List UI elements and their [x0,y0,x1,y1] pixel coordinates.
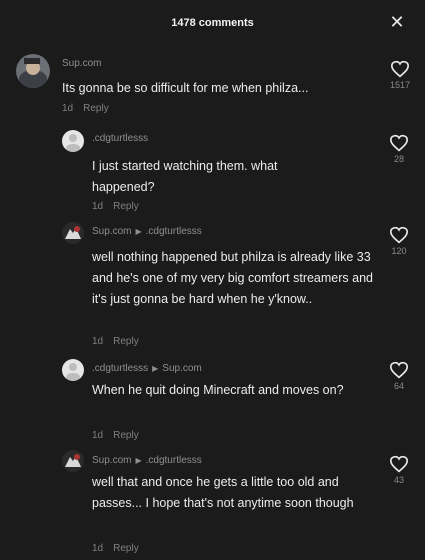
heart-icon [389,226,409,244]
reply-author[interactable]: Sup.com [92,455,131,466]
comment-age: 1d [92,543,104,554]
close-icon[interactable]: ✕ [387,12,407,32]
comment-text: well nothing happened but philza is alre… [92,250,373,306]
comment-username[interactable]: Sup.com ▶ .cdgturtlesss [92,226,202,237]
reply-button[interactable]: Reply [83,103,109,114]
caret-right-icon: ▶ [135,456,142,465]
reply-button[interactable]: Reply [113,543,139,554]
avatar[interactable] [16,54,50,88]
reply-author[interactable]: .cdgturtlesss [92,363,148,374]
comment-age: 1d [92,336,104,347]
comment-username[interactable]: .cdgturtlesss [92,133,148,144]
like-count: 64 [393,381,404,391]
heart-icon [389,134,409,152]
like-button[interactable]: 64 [384,361,414,391]
reply-item: Sup.com ▶ .cdgturtlesss well nothing happe… [0,220,425,355]
like-button[interactable]: 1517 [385,60,415,90]
caret-right-icon: ▶ [152,364,159,373]
like-count: 1517 [389,80,411,90]
comment-username[interactable]: Sup.com [62,58,101,69]
comment-text: Its gonna be so difficult for me when ph… [62,81,309,95]
heart-icon [390,60,410,78]
reply-button[interactable]: Reply [113,430,139,441]
like-count: 120 [391,246,407,256]
like-count: 28 [393,154,404,164]
comment-username[interactable]: .cdgturtlesss ▶ Sup.com [92,363,202,374]
comments-count-title: 1478 comments [171,17,254,29]
reply-button[interactable]: Reply [113,201,139,212]
like-count: 43 [393,475,404,485]
reply-target[interactable]: Sup.com [162,363,201,374]
comment-meta: 1d Reply [92,201,139,212]
comment-username[interactable]: Sup.com ▶ .cdgturtlesss [92,455,202,466]
reply-target[interactable]: .cdgturtlesss [146,226,202,237]
avatar[interactable] [62,359,84,381]
reply-target[interactable]: .cdgturtlesss [146,455,202,466]
avatar[interactable] [62,130,84,152]
comment-text: well that and once he gets a little too … [92,475,354,510]
avatar[interactable] [62,222,84,244]
comment-age: 1d [92,201,104,212]
comment-item: Sup.com Its gonna be so difficult for me… [0,50,425,120]
comment-age: 1d [92,430,104,441]
comment-text: When he quit doing Minecraft and moves o… [92,383,344,397]
heart-icon [389,455,409,473]
comment-meta: 1d Reply [92,430,139,441]
reply-item: .cdgturtlesss ▶ Sup.com When he quit doing… [0,358,425,448]
comment-age: 1d [62,103,74,114]
comment-meta: 1d Reply [92,336,139,347]
heart-icon [389,361,409,379]
comment-meta: 1d Reply [92,543,139,554]
reply-button[interactable]: Reply [113,336,139,347]
like-button[interactable]: 28 [384,134,414,164]
reply-author[interactable]: Sup.com [92,226,131,237]
comment-text: I just started watching them. what happe… [92,159,278,194]
comments-header: 1478 comments ✕ [0,0,425,50]
like-button[interactable]: 43 [384,455,414,485]
avatar[interactable] [62,450,84,472]
caret-right-icon: ▶ [135,227,142,236]
comment-meta: 1d Reply [62,103,109,114]
reply-item: .cdgturtlesss I just started watching th… [0,125,425,220]
reply-item: Sup.com ▶ .cdgturtlesss well that and once… [0,448,425,560]
like-button[interactable]: 120 [384,226,414,256]
